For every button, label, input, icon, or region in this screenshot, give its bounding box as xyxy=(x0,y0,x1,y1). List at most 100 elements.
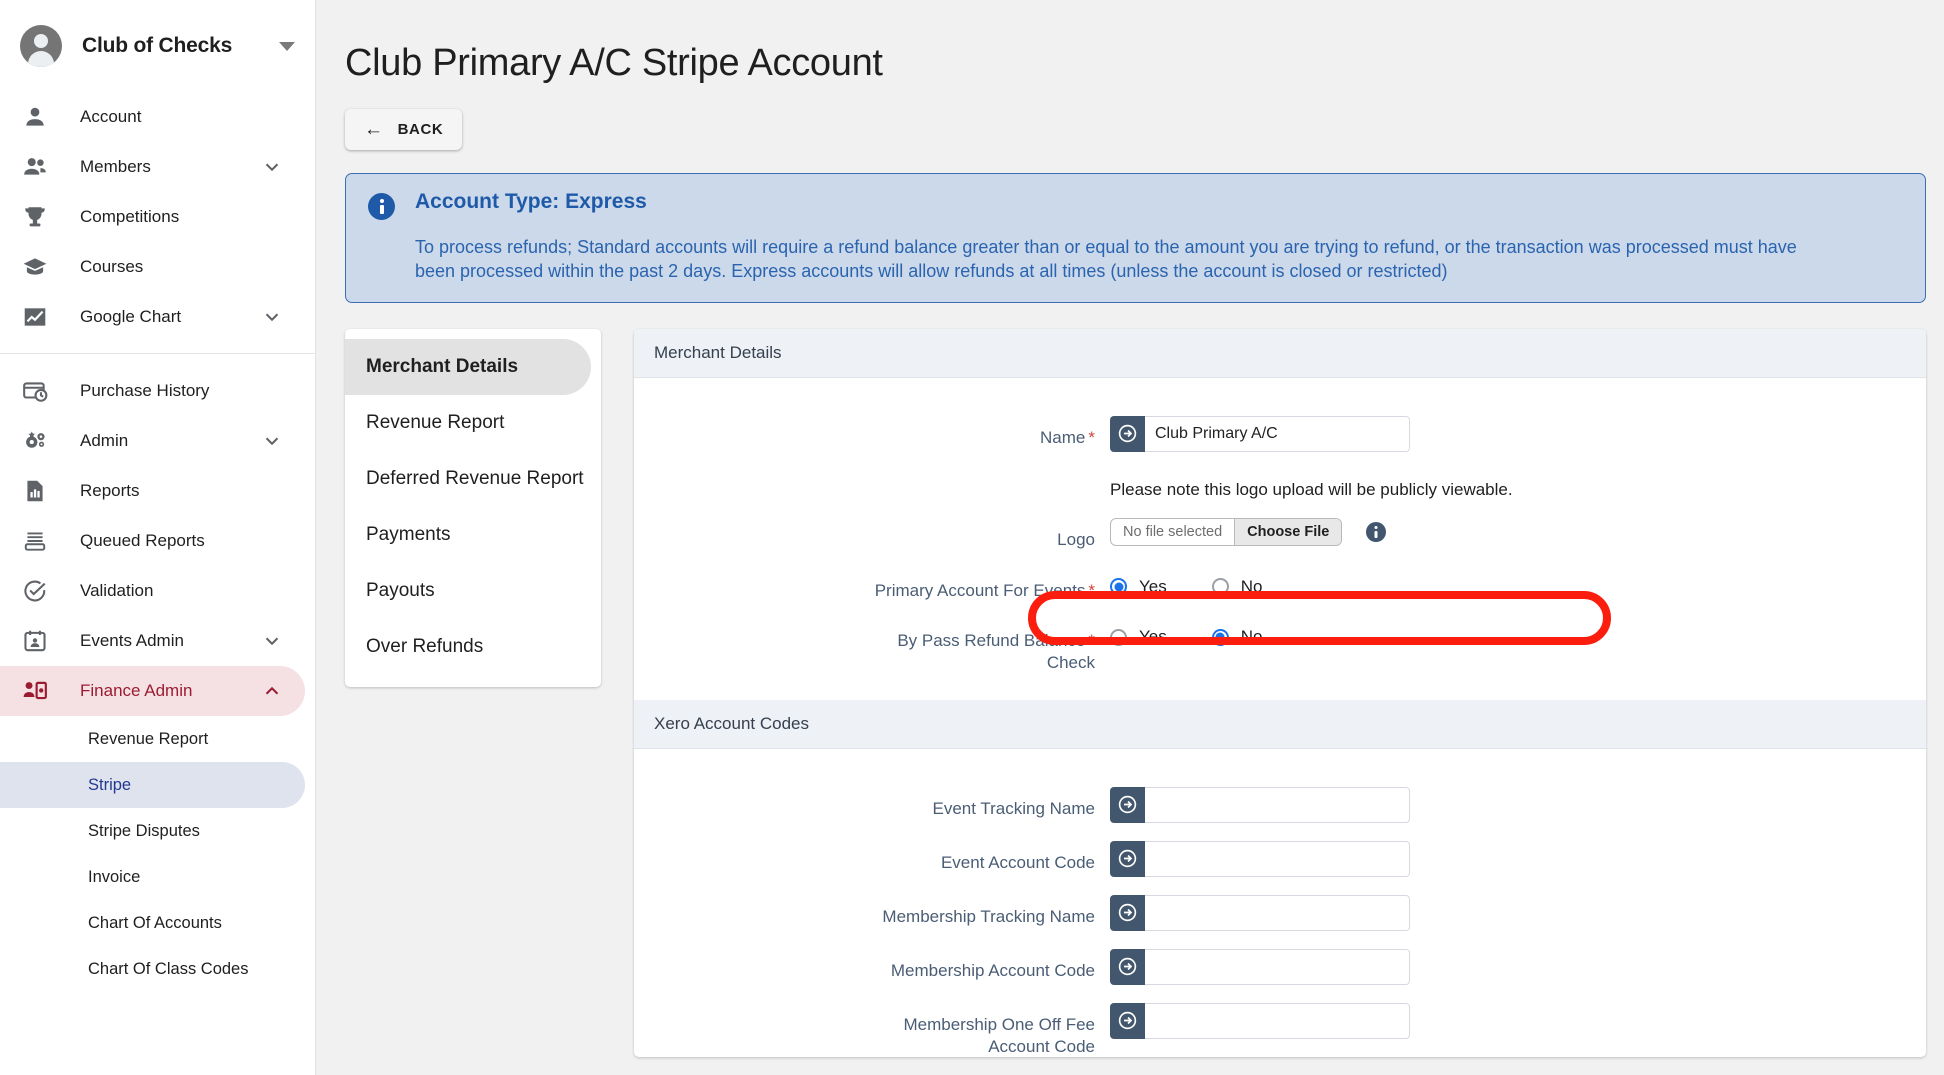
section-tabs: Merchant Details Revenue Report Deferred… xyxy=(345,328,601,687)
sidebar-item-queued-reports[interactable]: Queued Reports xyxy=(0,516,305,566)
logo-info-icon[interactable] xyxy=(1365,521,1386,542)
membership-one-off-fee-input[interactable] xyxy=(1145,1002,1410,1039)
org-switcher[interactable]: Club of Checks xyxy=(0,0,315,92)
sidebar-item-competitions[interactable]: Competitions xyxy=(0,192,305,242)
logo-note-spacer xyxy=(634,470,1110,481)
radio-label: No xyxy=(1240,627,1263,647)
bypass-label: By Pass Refund Balance * Check xyxy=(634,619,1110,674)
logo-row: Logo No file selected Choose File xyxy=(634,517,1926,551)
logo-note: Please note this logo upload will be pub… xyxy=(1110,479,1513,499)
arrow-right-circle-icon xyxy=(1110,894,1145,931)
primary-account-no-radio[interactable]: No xyxy=(1211,576,1263,597)
tab-revenue-report[interactable]: Revenue Report xyxy=(345,395,591,451)
membership-one-off-fee-label-line1: Membership One Off Fee xyxy=(903,1014,1096,1034)
sidebar: Club of Checks Account Members Competiti… xyxy=(0,0,316,1075)
chevron-down-icon[interactable] xyxy=(261,156,283,178)
caret-down-icon[interactable] xyxy=(279,41,295,51)
event-account-code-input[interactable] xyxy=(1145,840,1410,877)
gears-icon xyxy=(22,428,54,454)
back-button[interactable]: ← BACK xyxy=(345,109,463,150)
sidebar-item-finance-admin[interactable]: Finance Admin xyxy=(0,666,305,716)
sidebar-subitem-stripe-disputes[interactable]: Stripe Disputes xyxy=(0,808,305,854)
bypass-no-radio[interactable]: No xyxy=(1211,627,1263,647)
sidebar-item-validation[interactable]: Validation xyxy=(0,566,305,616)
membership-tracking-name-input[interactable] xyxy=(1145,894,1410,931)
account-type-alert: Account Type: Express To process refunds… xyxy=(345,173,1926,303)
card-clock-icon xyxy=(22,378,54,404)
sidebar-subitem-label: Chart Of Accounts xyxy=(88,913,222,932)
sidebar-item-admin[interactable]: Admin xyxy=(0,416,305,466)
tab-label: Over Refunds xyxy=(366,635,484,657)
logo-note-row: Please note this logo upload will be pub… xyxy=(634,470,1926,500)
person-money-icon xyxy=(22,678,54,704)
radio-dot-selected xyxy=(1211,628,1229,646)
arrow-right-circle-icon xyxy=(1110,948,1145,985)
bypass-yes-radio[interactable]: Yes xyxy=(1110,627,1167,647)
radio-label: No xyxy=(1240,576,1263,596)
sidebar-item-events-admin[interactable]: Events Admin xyxy=(0,616,305,666)
check-circle-icon xyxy=(22,578,54,604)
choose-file-button[interactable]: Choose File xyxy=(1235,518,1342,545)
tab-payouts[interactable]: Payouts xyxy=(345,563,591,619)
sidebar-item-reports[interactable]: Reports xyxy=(0,466,305,516)
chevron-up-icon[interactable] xyxy=(261,680,283,702)
app-root: Club of Checks Account Members Competiti… xyxy=(0,0,1944,1075)
chevron-down-icon[interactable] xyxy=(261,430,283,452)
radio-dot-selected xyxy=(1110,578,1127,596)
sidebar-subitem-label: Stripe xyxy=(88,775,132,794)
content-panels: Merchant Details Revenue Report Deferred… xyxy=(345,328,1926,1058)
membership-tracking-name-label: Membership Tracking Name xyxy=(882,906,1095,926)
sidebar-subitem-chart-of-accounts[interactable]: Chart Of Accounts xyxy=(0,900,305,946)
arrow-right-circle-icon xyxy=(1110,1002,1145,1039)
logo-file-input[interactable]: No file selected Choose File xyxy=(1110,517,1343,546)
sidebar-subitem-stripe[interactable]: Stripe xyxy=(0,762,305,808)
merchant-details-heading: Merchant Details xyxy=(634,328,1926,378)
tab-over-refunds[interactable]: Over Refunds xyxy=(345,619,591,675)
sidebar-subitem-invoice[interactable]: Invoice xyxy=(0,854,305,900)
tab-deferred-revenue-report[interactable]: Deferred Revenue Report xyxy=(345,451,591,507)
tab-label: Payouts xyxy=(366,579,435,601)
name-input[interactable] xyxy=(1145,415,1410,452)
radio-dot xyxy=(1110,628,1127,646)
sidebar-item-label: Finance Admin xyxy=(80,681,193,700)
alert-title: Account Type: Express xyxy=(415,190,647,213)
tab-label: Deferred Revenue Report xyxy=(366,467,584,489)
membership-account-code-input[interactable] xyxy=(1145,948,1410,985)
sidebar-item-label: Reports xyxy=(80,481,140,500)
sidebar-subitem-chart-of-class-codes[interactable]: Chart Of Class Codes xyxy=(0,946,305,992)
report-doc-icon xyxy=(22,478,54,504)
calendar-person-icon xyxy=(22,628,54,654)
membership-account-code-label: Membership Account Code xyxy=(890,960,1095,980)
required-asterisk: * xyxy=(1088,427,1095,447)
page-title: Club Primary A/C Stripe Account xyxy=(345,42,883,84)
membership-account-code-row: Membership Account Code xyxy=(634,948,1926,985)
tab-label: Merchant Details xyxy=(366,355,519,377)
sidebar-subitem-label: Chart Of Class Codes xyxy=(88,959,249,978)
event-account-code-label: Event Account Code xyxy=(940,852,1095,872)
primary-account-for-events-row: Primary Account For Events * Yes No xyxy=(634,569,1926,602)
line-chart-icon xyxy=(22,304,54,330)
primary-account-yes-radio[interactable]: Yes xyxy=(1110,577,1167,597)
primary-account-label: Primary Account For Events * xyxy=(634,569,1110,602)
xero-account-codes-heading: Xero Account Codes xyxy=(634,699,1926,749)
sidebar-item-purchase-history[interactable]: Purchase History xyxy=(0,366,305,416)
required-asterisk: * xyxy=(1088,580,1095,600)
sidebar-item-label: Courses xyxy=(80,257,144,276)
tab-merchant-details[interactable]: Merchant Details xyxy=(345,338,591,395)
tab-label: Revenue Report xyxy=(366,411,505,433)
sidebar-item-label: Admin xyxy=(80,431,129,450)
bypass-refund-balance-check-row: By Pass Refund Balance * Check Yes No xyxy=(634,619,1926,674)
file-name-text: No file selected xyxy=(1111,518,1236,545)
sidebar-item-label: Members xyxy=(80,157,151,176)
event-tracking-name-input[interactable] xyxy=(1145,786,1410,823)
sidebar-item-courses[interactable]: Courses xyxy=(0,242,305,292)
sidebar-divider xyxy=(0,353,315,354)
sidebar-item-members[interactable]: Members xyxy=(0,142,305,192)
tab-payments[interactable]: Payments xyxy=(345,507,591,563)
sidebar-item-google-chart[interactable]: Google Chart xyxy=(0,292,305,342)
membership-tracking-name-row: Membership Tracking Name xyxy=(634,894,1926,931)
chevron-down-icon[interactable] xyxy=(261,306,283,328)
chevron-down-icon[interactable] xyxy=(261,630,283,652)
sidebar-item-account[interactable]: Account xyxy=(0,92,305,142)
sidebar-subitem-revenue-report[interactable]: Revenue Report xyxy=(0,716,305,762)
